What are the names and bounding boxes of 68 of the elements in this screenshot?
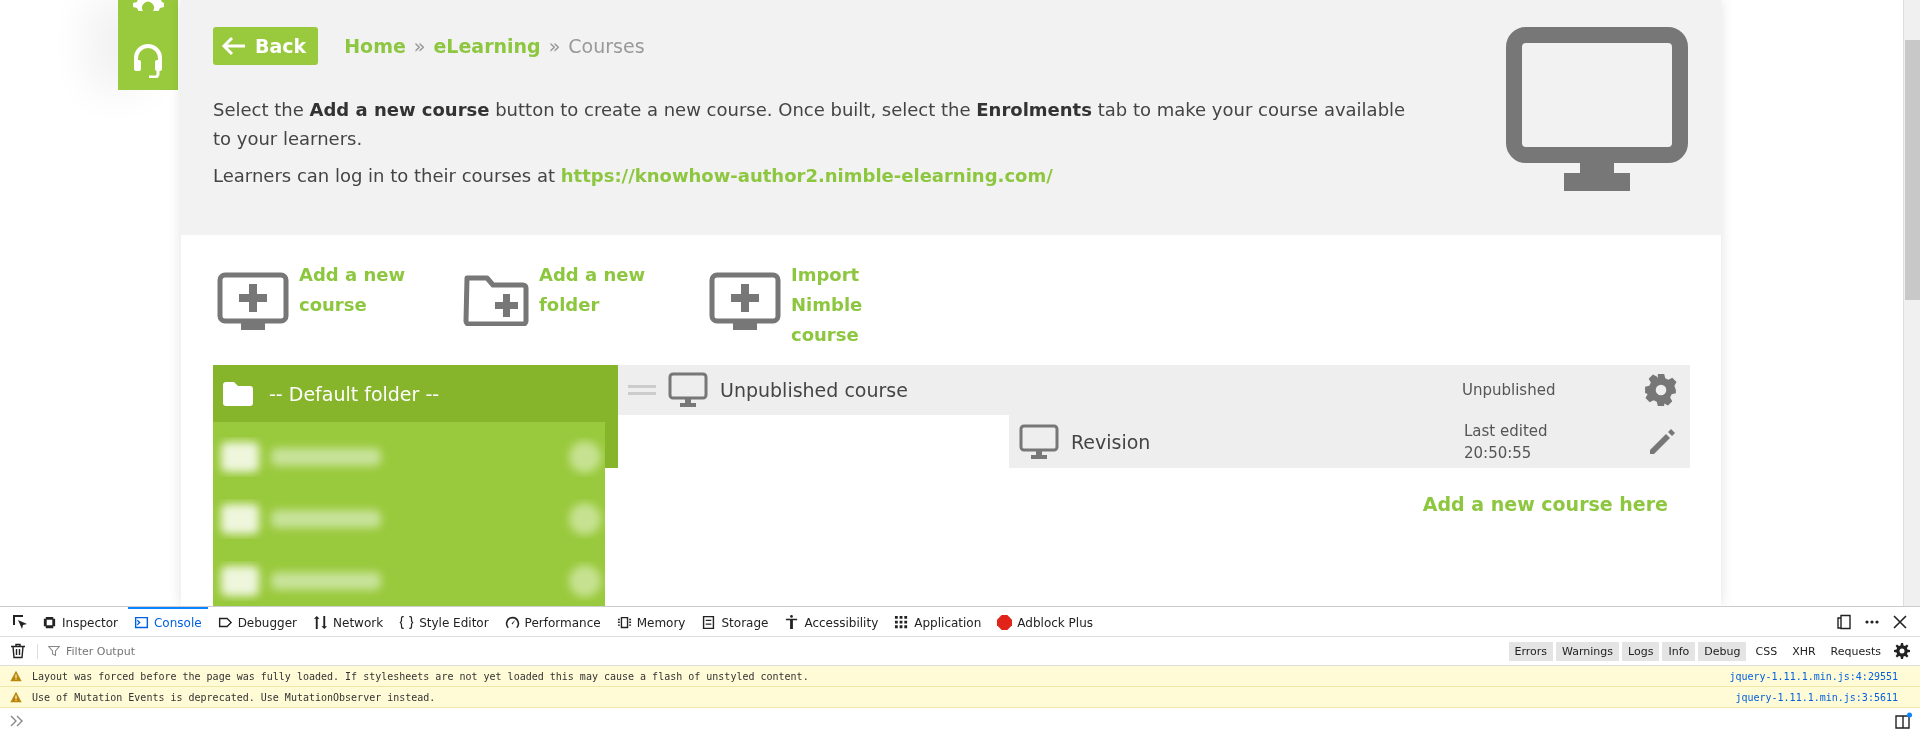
filter-button[interactable]: Warnings (1556, 641, 1620, 661)
braces-icon (399, 615, 415, 630)
monitor-icon (1019, 423, 1059, 460)
filter-button[interactable]: Errors (1508, 641, 1554, 661)
scrollbar[interactable] (1903, 0, 1920, 606)
revision-row[interactable]: Revision Last edited 20:50:55 (1009, 415, 1690, 468)
scrollbar-thumb[interactable] (1905, 40, 1920, 300)
devtools-tab[interactable]: Memory (610, 607, 692, 636)
filter-button[interactable]: Debug (1698, 641, 1747, 661)
sidebar-toggle-icon[interactable] (1894, 711, 1912, 730)
devtools-tab[interactable]: Debugger (211, 607, 304, 636)
chip-icon (616, 615, 632, 630)
devtools-tab[interactable]: Storage (695, 607, 775, 636)
edited-time: 20:50:55 (1464, 442, 1533, 464)
filter-button[interactable]: Logs (1622, 641, 1660, 661)
filter-button[interactable]: Info (1662, 641, 1696, 661)
element-picker-icon[interactable] (12, 613, 28, 630)
accessibility-icon (784, 615, 800, 630)
source-link[interactable]: jquery-1.11.1.min.js:3:5611 (1735, 691, 1898, 703)
course-status: Unpublished (1462, 381, 1557, 399)
storage-icon (701, 615, 717, 630)
monitor-plus-icon[interactable] (217, 272, 289, 332)
chevron-icon (10, 714, 24, 727)
folder-icon (223, 381, 253, 406)
revision-title: Revision (1071, 430, 1152, 453)
folder-panel-edge (605, 422, 618, 468)
devtools-tab[interactable]: Adblock Plus (991, 607, 1100, 636)
warning-text: Use of Mutation Events is deprecated. Use MutationObserver instead. (32, 691, 437, 703)
breadcrumb-separator: » (413, 35, 426, 57)
intro-text: Select the Add a new course button to create a new course. Once built, select the Enrolments tab to make your course available to your learners. (213, 98, 1407, 151)
console-icon (134, 615, 149, 630)
gauge-icon (504, 615, 520, 630)
filter-button[interactable]: Requests (1824, 641, 1887, 661)
devtools-tab[interactable]: Accessibility (778, 607, 885, 636)
filter-button[interactable]: XHR (1786, 641, 1822, 661)
filter-field[interactable]: Filter Output (64, 643, 368, 659)
course-row[interactable]: Unpublished course Unpublished (618, 365, 1690, 415)
filter-button[interactable]: CSS (1749, 641, 1784, 661)
grid-icon (894, 615, 910, 630)
monitor-plus-icon[interactable] (709, 272, 781, 332)
devtools-tab[interactable]: Style Editor (393, 607, 495, 636)
trash-icon[interactable] (10, 643, 26, 659)
devtools-tab[interactable]: Performance (498, 607, 607, 636)
monitor-icon (1506, 27, 1688, 193)
drag-handle-icon[interactable] (628, 384, 656, 396)
network-icon (313, 615, 329, 630)
devtools-tab[interactable]: Console (128, 607, 208, 636)
inspector-icon (42, 615, 57, 630)
warning-icon (10, 670, 22, 682)
breadcrumb-current: Courses (568, 35, 645, 57)
breadcrumb-separator: » (548, 35, 561, 57)
login-note: Learners can log in to their courses at https://knowhow-author2.nimble-elearning.com/ (213, 165, 1054, 186)
arrow-left-icon (221, 36, 247, 56)
devtools-tab[interactable]: Application (888, 607, 988, 636)
devtools-tab[interactable]: Inspector (36, 607, 124, 636)
monitor-icon (668, 372, 708, 408)
filter-icon (48, 645, 60, 657)
settings-icon[interactable] (1894, 643, 1910, 659)
close-icon[interactable] (1892, 613, 1908, 630)
debugger-icon (217, 615, 233, 630)
source-link[interactable]: jquery-1.11.1.min.js:4:29551 (1729, 670, 1898, 682)
warning-icon (10, 691, 22, 703)
edited-label: Last edited (1464, 420, 1549, 442)
dock-icon[interactable] (1836, 613, 1852, 630)
devtools-tab[interactable]: Network (307, 607, 390, 636)
adblock-icon (997, 615, 1013, 630)
warning-text: Layout was forced before the page was fully loaded. If stylesheets are not yet loaded this may cause a flash of unstyled content. (32, 670, 810, 682)
course-title: Unpublished course (720, 379, 909, 401)
